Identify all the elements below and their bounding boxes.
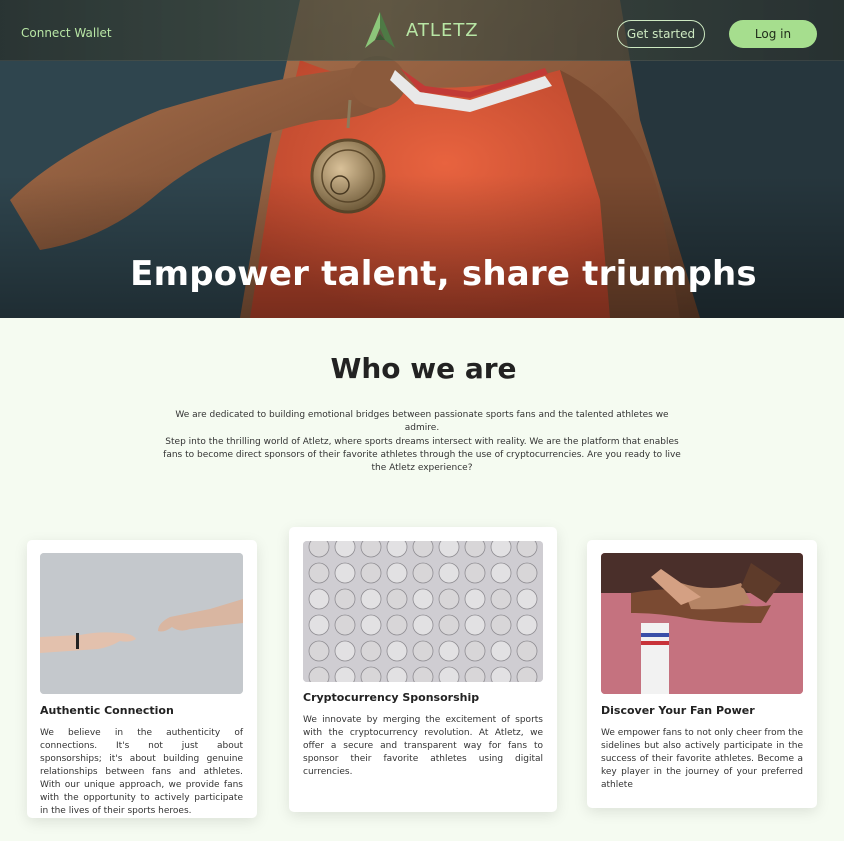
brand-logo[interactable]: ATLETZ [363,10,479,50]
section-title: Who we are [330,352,517,385]
card-image-reaching-hands [40,553,243,694]
card-image-crypto-coins [303,541,543,682]
hero-section: Connect Wallet ATLETZ Get started Log in… [0,0,844,318]
card-title: Authentic Connection [40,704,174,717]
hero-title: Empower talent, share triumphs [130,254,757,294]
about-paragraph-2: Step into the thrilling world of Atletz,… [163,437,681,473]
feature-card-fan-power: Discover Your Fan Power We empower fans … [587,540,817,808]
card-title: Cryptocurrency Sponsorship [303,691,480,704]
top-navbar: Connect Wallet ATLETZ Get started Log in [0,0,844,61]
atletz-logo-icon [365,12,395,48]
get-started-button[interactable]: Get started [617,20,705,48]
card-text: We believe in the authenticity of connec… [40,728,243,816]
connect-wallet-link[interactable]: Connect Wallet [21,26,112,40]
brand-name: ATLETZ [406,19,479,41]
login-button[interactable]: Log in [729,20,817,48]
card-text: We innovate by merging the excitement of… [303,715,543,777]
card-text: We empower fans to not only cheer from t… [601,728,803,790]
feature-card-authentic-connection: Authentic Connection We believe in the a… [27,540,257,818]
about-paragraph-1: We are dedicated to building emotional b… [175,410,669,433]
card-title: Discover Your Fan Power [601,704,755,717]
card-image-team-hands [601,553,803,694]
feature-card-crypto-sponsorship: Cryptocurrency Sponsorship We innovate b… [289,527,557,812]
